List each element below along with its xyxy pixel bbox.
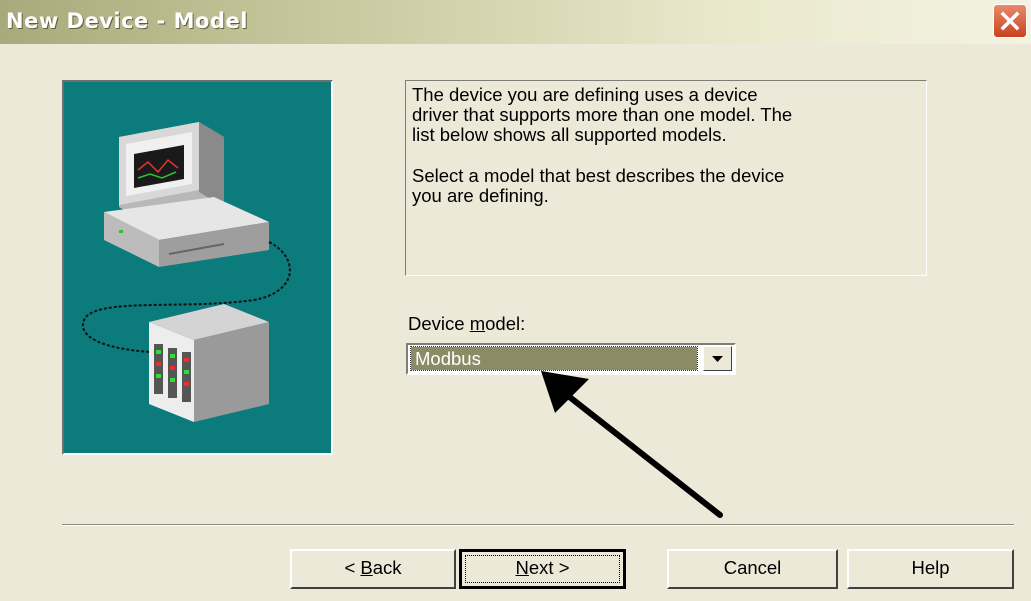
- description-line: Select a model that best describes the d…: [412, 165, 785, 186]
- pointer-arrow-icon: [541, 371, 723, 518]
- description-line: driver that supports more than one model…: [412, 104, 793, 125]
- cancel-button[interactable]: Cancel: [667, 549, 838, 589]
- label-text: odel:: [485, 313, 526, 334]
- device-rack-icon: [149, 304, 269, 422]
- description-line: you are defining.: [412, 185, 549, 206]
- button-divider: [62, 524, 1014, 526]
- next-button[interactable]: Next >: [459, 549, 626, 589]
- button-text: <: [344, 557, 361, 578]
- label-text: Device: [408, 313, 470, 334]
- close-icon: [1000, 11, 1020, 31]
- button-accelerator: B: [360, 557, 373, 578]
- description-line: list below shows all supported models.: [412, 124, 727, 145]
- title-bar[interactable]: New Device - Model: [0, 0, 1031, 44]
- description-box: The device you are defining uses a devic…: [405, 80, 927, 276]
- wizard-illustration: [62, 80, 333, 455]
- description-paragraph-1: The device you are defining uses a devic…: [412, 85, 917, 145]
- button-text: ack: [372, 557, 402, 578]
- description-line: The device you are defining uses a devic…: [412, 84, 758, 105]
- window-title: New Device - Model: [6, 9, 248, 33]
- help-button[interactable]: Help: [847, 549, 1014, 589]
- computer-icon: [104, 122, 269, 267]
- close-button[interactable]: [993, 4, 1027, 38]
- description-paragraph-2: Select a model that best describes the d…: [412, 166, 917, 206]
- device-model-label: Device model:: [408, 313, 525, 335]
- back-button[interactable]: < Back: [290, 549, 456, 589]
- computer-network-illustration: [81, 122, 291, 422]
- label-accelerator: m: [469, 313, 486, 334]
- focus-rect: [465, 555, 620, 583]
